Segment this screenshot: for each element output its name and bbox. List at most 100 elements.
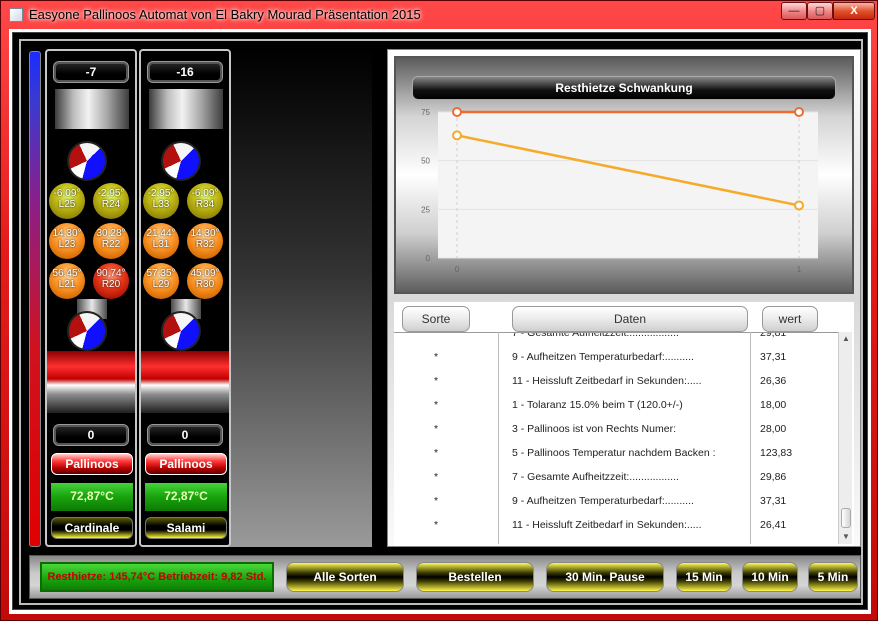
sensor-ball: 90,74° R20 — [93, 263, 129, 299]
oven-column-cardinale: -7 -6,09° L25 -2,95° R24 14,30° L23 30,28° R… — [45, 49, 137, 547]
fan-icon — [161, 141, 201, 181]
cell-daten: 7 - Gesamte Aufheitzzeit:...............… — [512, 471, 679, 483]
cell-daten: 9 - Aufheitzen Temperaturbedarf:........… — [512, 495, 694, 507]
outer-frame: -7 -6,09° L25 -2,95° R24 14,30° L23 30,28° R… — [12, 32, 868, 610]
column-divider — [498, 332, 499, 544]
table-row[interactable]: * 9 - Aufheitzen Temperaturbedarf:.......… — [394, 489, 838, 513]
scroll-down-icon[interactable]: ▼ — [841, 532, 851, 542]
table-row[interactable]: * 11 - Heissluft Zeitbedarf in Sekunden:.… — [394, 513, 838, 537]
15-min-button[interactable]: 15 Min — [676, 562, 732, 592]
background-gradient — [207, 49, 372, 547]
cell-daten: 3 - Pallinoos ist von Rechts Numer: — [512, 423, 676, 435]
all-sorts-button[interactable]: Alle Sorten — [286, 562, 404, 592]
data-point — [452, 107, 462, 117]
sort-button-cardinale[interactable]: Cardinale — [51, 517, 133, 539]
chart-title: Resthietze Schwankung — [412, 76, 836, 100]
cell-wert: 123,83 — [760, 447, 793, 459]
minimize-button[interactable]: — — [781, 2, 807, 20]
column-header-sorte[interactable]: Sorte — [402, 306, 470, 332]
top-temp-display: -16 — [147, 61, 223, 83]
upper-cylinder — [149, 89, 223, 129]
cell-wert: 28,00 — [760, 423, 787, 435]
cell-sorte: * — [434, 423, 439, 435]
sensor-ball: 14,30° R32 — [187, 223, 223, 259]
brand-button[interactable]: Pallinoos — [51, 453, 133, 475]
cell-wert: 29,86 — [760, 471, 787, 483]
table-scrollbar[interactable]: ▲ ▼ — [838, 332, 852, 544]
brand-button[interactable]: Pallinoos — [145, 453, 227, 475]
cell-daten: 7 - Gesamte Aufheitzzeit:...............… — [512, 332, 679, 339]
data-point — [794, 200, 804, 211]
upper-cylinder — [55, 89, 129, 129]
heater-band — [47, 351, 135, 413]
sensor-ball: 21,44° L31 — [143, 223, 179, 259]
table-row[interactable]: * 11 - Heissluft Zeitbedarf in Sekunden:.… — [394, 369, 838, 393]
cell-daten: 11 - Heissluft Zeitbedarf in Sekunden:..… — [512, 375, 702, 387]
x-tick-label: 1 — [797, 265, 802, 274]
status-display: Resthietze: 145,74°C Betriebzeit: 9,82 S… — [40, 562, 274, 592]
cell-sorte: * — [434, 375, 439, 387]
table-row[interactable]: * 1 - Tolaranz 15.0% beim T (120.0+/-) 18,… — [394, 393, 838, 417]
sensor-ball: -6,09° L25 — [49, 183, 85, 219]
data-point — [452, 130, 462, 141]
table-row[interactable]: * 5 - Pallinoos Temperatur nachdem Backen… — [394, 441, 838, 465]
y-tick-label: 75 — [421, 108, 430, 117]
cell-sorte: * — [434, 471, 439, 483]
close-button[interactable]: X — [833, 2, 875, 20]
table-body: * 7 - Gesamte Aufheitzzeit:..............… — [394, 332, 838, 544]
sensor-ball: 30,28° R22 — [93, 223, 129, 259]
cell-sorte: * — [434, 351, 439, 363]
table-row[interactable]: * 3 - Pallinoos ist von Rechts Numer: 28,0… — [394, 417, 838, 441]
maximize-button[interactable]: ▢ — [807, 2, 833, 20]
oven-temperature: 72,87°C — [145, 483, 227, 511]
table-row[interactable]: * 9 - Aufheitzen Temperaturbedarf:.......… — [394, 345, 838, 369]
column-header-daten[interactable]: Daten — [512, 306, 748, 332]
cell-wert: 26,41 — [760, 519, 787, 531]
order-button[interactable]: Bestellen — [416, 562, 534, 592]
table-row[interactable]: * 7 - Gesamte Aufheitzzeit:..............… — [394, 332, 838, 345]
scroll-up-icon[interactable]: ▲ — [841, 334, 851, 344]
cell-wert: 37,31 — [760, 495, 787, 507]
chart-frame: Resthietze Schwankung 0 25 50 75 0 1 — [394, 56, 854, 294]
cell-sorte: * — [434, 399, 439, 411]
y-tick-label: 25 — [421, 205, 430, 214]
cell-sorte: * — [434, 495, 439, 507]
plot-area — [438, 112, 818, 258]
5-min-button[interactable]: 5 Min — [808, 562, 858, 592]
fan-icon — [161, 311, 201, 351]
app-window: Easyone Pallinoos Automat von El Bakry M… — [0, 0, 878, 621]
bottom-toolbar: Resthietze: 145,74°C Betriebzeit: 9,82 S… — [29, 555, 861, 599]
cell-sorte: * — [434, 519, 439, 531]
title-bar[interactable]: Easyone Pallinoos Automat von El Bakry M… — [1, 1, 877, 29]
top-temp-display: -7 — [53, 61, 129, 83]
sensor-ball: -2,95° L33 — [143, 183, 179, 219]
fan-icon — [67, 311, 107, 351]
cell-sorte: * — [434, 447, 439, 459]
sensor-ball: 57,35° L29 — [143, 263, 179, 299]
inner-frame: -7 -6,09° L25 -2,95° R24 14,30° L23 30,28° R… — [19, 39, 863, 605]
sort-button-salami[interactable]: Salami — [145, 517, 227, 539]
window-title: Easyone Pallinoos Automat von El Bakry M… — [29, 7, 421, 22]
pause-30-button[interactable]: 30 Min. Pause — [546, 562, 664, 592]
10-min-button[interactable]: 10 Min — [742, 562, 798, 592]
cell-wert: 18,00 — [760, 399, 787, 411]
cell-wert: 29,81 — [760, 332, 787, 339]
heater-band — [141, 351, 229, 413]
thermometer-bar — [29, 51, 41, 547]
column-header-wert[interactable]: wert — [762, 306, 818, 332]
sensor-ball: -6,09° R34 — [187, 183, 223, 219]
line-chart: 0 25 50 75 0 1 — [421, 107, 818, 274]
table-row[interactable]: * 7 - Gesamte Aufheitzzeit:..............… — [394, 465, 838, 489]
cell-daten: 1 - Tolaranz 15.0% beim T (120.0+/-) — [512, 399, 683, 411]
right-panel: Resthietze Schwankung 0 25 50 75 0 1 Sorte Da… — [387, 49, 861, 547]
oven-temperature: 72,87°C — [51, 483, 133, 511]
data-point — [794, 107, 804, 117]
y-tick-label: 50 — [421, 157, 430, 166]
sensor-ball: 14,30° L23 — [49, 223, 85, 259]
data-table: Sorte Daten wert * 7 - Gesamte Aufheitzze… — [394, 302, 854, 546]
y-tick-label: 0 — [426, 254, 431, 263]
scroll-thumb[interactable] — [841, 508, 851, 528]
cell-wert: 37,31 — [760, 351, 787, 363]
bottom-temp-display: 0 — [53, 424, 129, 446]
cell-daten: 9 - Aufheitzen Temperaturbedarf:........… — [512, 351, 694, 363]
